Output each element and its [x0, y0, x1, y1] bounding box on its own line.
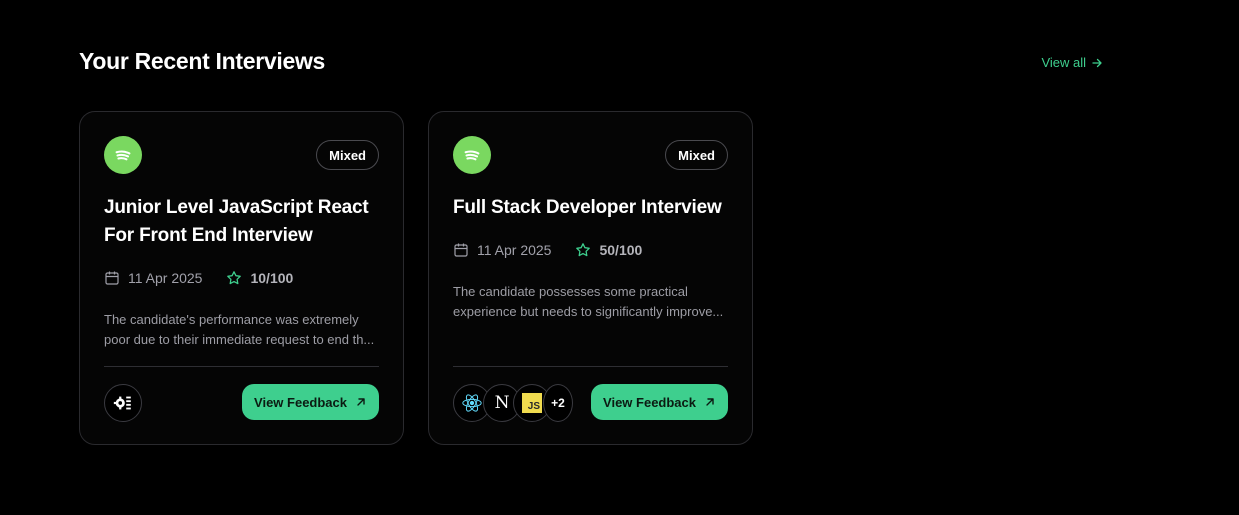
interview-title: Full Stack Developer Interview: [453, 197, 722, 218]
star-icon: [227, 271, 242, 285]
section-title: Your Recent Interviews: [79, 48, 326, 74]
spotify-icon: [453, 136, 491, 174]
interview-description: The candidate possesses some practical e…: [453, 282, 731, 322]
arrow-right-icon: [1092, 58, 1102, 67]
interview-date: 11 Apr 2025: [128, 270, 203, 286]
view-feedback-button[interactable]: View Feedback: [591, 384, 728, 420]
interview-card: Mixed Junior Level JavaScript React For …: [79, 111, 404, 445]
arrow-up-right-icon: [706, 398, 714, 406]
spotify-icon: [104, 136, 142, 174]
description-line: The candidate's performance was extremel…: [104, 312, 359, 327]
interview-title: Junior Level JavaScript React For Front …: [104, 197, 369, 246]
interview-meta: 11 Apr 2025 10/100: [104, 270, 293, 286]
tech-stack: N JS +2: [453, 384, 573, 422]
calendar-icon: [105, 271, 119, 285]
interview-date: 11 Apr 2025: [477, 242, 552, 258]
generic-tech-icon: [104, 384, 142, 422]
view-feedback-button[interactable]: View Feedback: [242, 384, 379, 420]
arrow-up-right-icon: [357, 398, 365, 406]
tech-stack: [104, 384, 142, 422]
interview-type-badge: Mixed: [665, 140, 728, 170]
description-line: poor due to their immediate request to e…: [104, 332, 375, 347]
nextjs-label: N: [494, 393, 510, 413]
interview-meta: 11 Apr 2025 50/100: [453, 242, 642, 258]
button-label: View Feedback: [603, 394, 696, 410]
view-all-label: View all: [1041, 55, 1086, 70]
calendar-icon: [454, 243, 468, 257]
star-icon: [576, 243, 591, 257]
view-all-link[interactable]: View all: [1041, 55, 1103, 70]
divider: [104, 366, 379, 367]
interview-description: The candidate's performance was extremel…: [104, 310, 382, 350]
button-label: View Feedback: [254, 394, 347, 410]
interview-score: 50/100: [599, 242, 643, 258]
interview-type-badge: Mixed: [316, 140, 379, 170]
divider: [453, 366, 728, 367]
javascript-label: JS: [522, 393, 542, 413]
recent-interviews-section: Your Recent Interviews View all Mixed Ju…: [79, 0, 1103, 515]
more-tech-count: +2: [543, 384, 573, 422]
interview-card: Mixed Full Stack Developer Interview 11 …: [428, 111, 753, 445]
interview-score: 10/100: [250, 270, 294, 286]
description-line: The candidate possesses some practical: [453, 284, 688, 299]
description-line: experience but needs to significantly im…: [453, 304, 724, 319]
